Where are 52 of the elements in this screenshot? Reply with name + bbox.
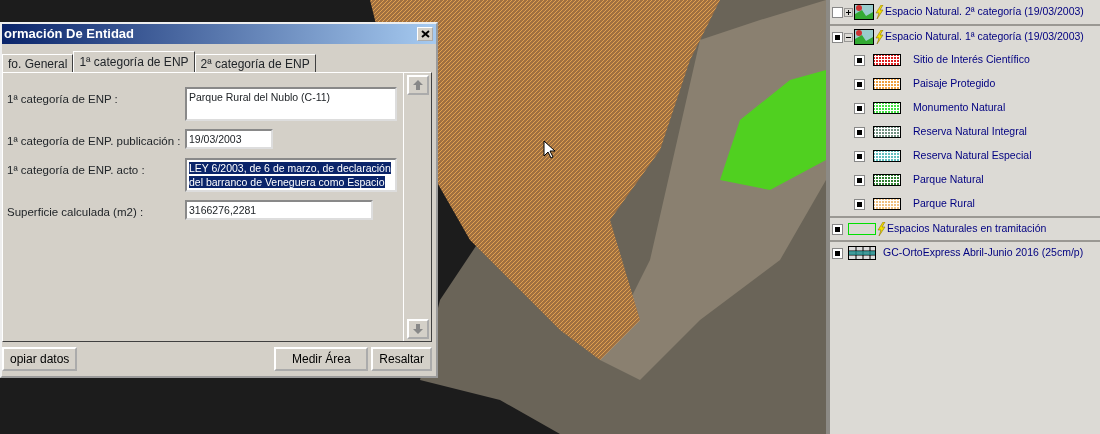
scroll-down-button[interactable]: [407, 319, 429, 339]
legend-label[interactable]: Reserva Natural Especial: [913, 148, 1032, 164]
tab[interactable]: fo. General: [2, 54, 74, 72]
layer-label[interactable]: Espacios Naturales en tramitación: [887, 221, 1047, 237]
tab[interactable]: 1ª categoría de ENP: [73, 51, 195, 72]
scroll-up-button[interactable]: [407, 75, 429, 95]
checkbox[interactable]: [854, 174, 865, 186]
legend-label[interactable]: Sitio de Interés Científico: [913, 52, 1030, 68]
text-field[interactable]: LEY 6/2003, de 6 de marzo, de declaración del barranco de Veneguera como Espacio: [185, 158, 397, 193]
map-layer-icon: [854, 29, 874, 45]
checkbox[interactable]: [832, 6, 843, 18]
field-label: 1ª categoría de ENP :: [7, 92, 119, 107]
lightning-icon: [875, 30, 884, 44]
window-title: ormación De Entidad: [4, 25, 135, 44]
legend-label[interactable]: Monumento Natural: [913, 100, 1006, 116]
up-arrow-icon: [413, 80, 423, 90]
layer-label[interactable]: Espacio Natural. 2ª categoría (19/03/2003): [885, 4, 1084, 20]
tab[interactable]: 2ª categoría de ENP: [194, 54, 316, 72]
dialog-button[interactable]: Medir Área: [274, 347, 369, 371]
checkbox[interactable]: [854, 150, 865, 162]
down-arrow-icon: [413, 324, 423, 334]
field-label: Superficie calculada (m2) :: [7, 205, 145, 221]
legend-label[interactable]: Paisaje Protegido: [913, 76, 996, 92]
legend-label[interactable]: Parque Rural: [913, 196, 975, 212]
collapse-icon[interactable]: [844, 32, 853, 42]
checkbox[interactable]: [832, 247, 843, 259]
lightning-icon: [875, 5, 884, 19]
layer-label[interactable]: GC-OrtoExpress Abril-Junio 2016 (25cm/p): [883, 245, 1084, 261]
field-label: 1ª categoría de ENP. acto :: [7, 163, 146, 179]
legend-label[interactable]: Parque Natural: [913, 172, 984, 188]
checkbox[interactable]: [854, 126, 865, 138]
raster-grid-icon: [848, 246, 876, 260]
dialog-button[interactable]: opiar datos: [2, 347, 78, 371]
checkbox[interactable]: [832, 223, 843, 235]
checkbox[interactable]: [854, 54, 865, 66]
dialog-button[interactable]: Resaltar: [371, 347, 432, 371]
checkbox[interactable]: [854, 78, 865, 90]
field-label: 1ª categoría de ENP. publicación :: [7, 134, 182, 149]
text-field[interactable]: Parque Rural del Nublo (C-11): [185, 87, 397, 121]
layer-label[interactable]: Espacio Natural. 1ª categoría (19/03/2003): [885, 29, 1084, 45]
checkbox[interactable]: [854, 198, 865, 210]
close-button[interactable]: [417, 27, 433, 41]
lightning-icon: [877, 222, 886, 236]
expand-icon[interactable]: [844, 7, 853, 17]
mouse-pointer-icon: [543, 140, 555, 159]
text-field[interactable]: 19/03/2003: [185, 129, 273, 149]
checkbox[interactable]: [832, 31, 843, 43]
map-layer-icon: [854, 4, 874, 20]
close-icon: [420, 30, 430, 38]
checkbox[interactable]: [854, 102, 865, 114]
legend-label[interactable]: Reserva Natural Integral: [913, 124, 1027, 140]
text-field[interactable]: 3166276,2281: [185, 200, 373, 221]
